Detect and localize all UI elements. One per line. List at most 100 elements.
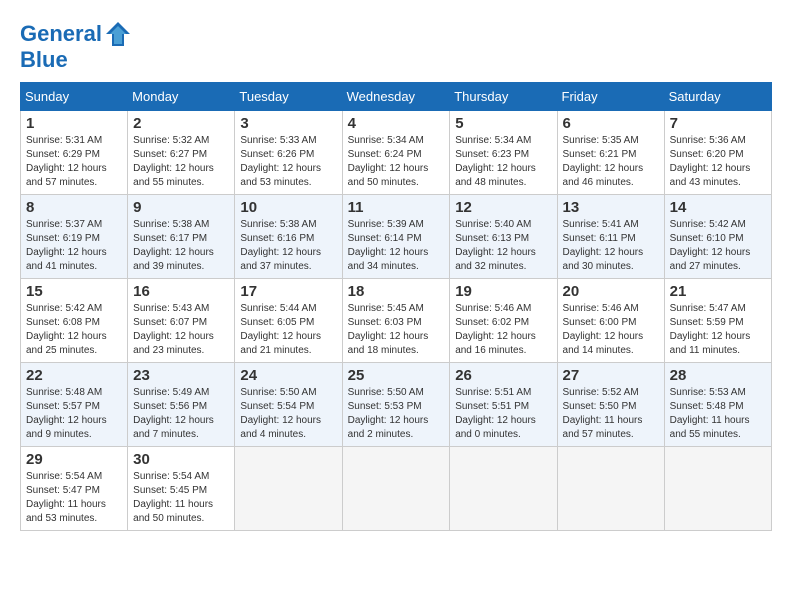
weekday-monday: Monday <box>128 83 235 111</box>
calendar-cell: 6 Sunrise: 5:35 AM Sunset: 6:21 PM Daylig… <box>557 111 664 195</box>
calendar-cell: 26 Sunrise: 5:51 AM Sunset: 5:51 PM Dayli… <box>450 363 557 447</box>
day-info: Sunrise: 5:48 AM Sunset: 5:57 PM Dayligh… <box>26 386 122 442</box>
calendar-cell: 13 Sunrise: 5:41 AM Sunset: 6:11 PM Dayli… <box>557 195 664 279</box>
day-number: 19 <box>455 283 551 300</box>
weekday-sunday: Sunday <box>21 83 128 111</box>
calendar-cell: 23 Sunrise: 5:49 AM Sunset: 5:56 PM Dayli… <box>128 363 235 447</box>
day-info: Sunrise: 5:47 AM Sunset: 5:59 PM Dayligh… <box>670 302 766 358</box>
day-info: Sunrise: 5:51 AM Sunset: 5:51 PM Dayligh… <box>455 386 551 442</box>
calendar-cell: 30 Sunrise: 5:54 AM Sunset: 5:45 PM Dayli… <box>128 447 235 531</box>
day-info: Sunrise: 5:44 AM Sunset: 6:05 PM Dayligh… <box>240 302 336 358</box>
day-info: Sunrise: 5:41 AM Sunset: 6:11 PM Dayligh… <box>563 218 659 274</box>
calendar-cell: 2Sunrise: 5:32 AM Sunset: 6:27 PM Daylig… <box>128 111 235 195</box>
calendar-cell <box>557 447 664 531</box>
day-info: Sunrise: 5:40 AM Sunset: 6:13 PM Dayligh… <box>455 218 551 274</box>
day-number: 24 <box>240 367 336 384</box>
calendar-cell: 21 Sunrise: 5:47 AM Sunset: 5:59 PM Dayli… <box>664 279 771 363</box>
day-number: 26 <box>455 367 551 384</box>
day-number: 7 <box>670 115 766 132</box>
logo: General Blue <box>20 20 132 72</box>
calendar-cell: 15 Sunrise: 5:42 AM Sunset: 6:08 PM Dayli… <box>21 279 128 363</box>
calendar-cell: 1 Sunrise: 5:31 AM Sunset: 6:29 PM Daylig… <box>21 111 128 195</box>
day-info: Sunrise: 5:42 AM Sunset: 6:08 PM Dayligh… <box>26 302 122 358</box>
calendar-cell: 4Sunrise: 5:34 AM Sunset: 6:24 PM Daylig… <box>342 111 450 195</box>
day-info: Sunrise: 5:38 AM Sunset: 6:16 PM Dayligh… <box>240 218 336 274</box>
calendar-cell: 9 Sunrise: 5:38 AM Sunset: 6:17 PM Daylig… <box>128 195 235 279</box>
day-info: Sunrise: 5:33 AM Sunset: 6:26 PM Dayligh… <box>240 134 336 190</box>
day-info: Sunrise: 5:38 AM Sunset: 6:17 PM Dayligh… <box>133 218 229 274</box>
calendar-cell: 18Sunrise: 5:45 AM Sunset: 6:03 PM Dayli… <box>342 279 450 363</box>
calendar-cell: 20 Sunrise: 5:46 AM Sunset: 6:00 PM Dayli… <box>557 279 664 363</box>
calendar-cell <box>664 447 771 531</box>
day-info: Sunrise: 5:52 AM Sunset: 5:50 PM Dayligh… <box>563 386 659 442</box>
day-number: 29 <box>26 451 122 468</box>
day-info: Sunrise: 5:54 AM Sunset: 5:45 PM Dayligh… <box>133 470 229 526</box>
day-info: Sunrise: 5:50 AM Sunset: 5:54 PM Dayligh… <box>240 386 336 442</box>
day-info: Sunrise: 5:54 AM Sunset: 5:47 PM Dayligh… <box>26 470 122 526</box>
logo-text: General <box>20 22 102 46</box>
day-number: 12 <box>455 199 551 216</box>
calendar-cell: 5 Sunrise: 5:34 AM Sunset: 6:23 PM Daylig… <box>450 111 557 195</box>
day-number: 6 <box>563 115 659 132</box>
calendar-cell: 24 Sunrise: 5:50 AM Sunset: 5:54 PM Dayli… <box>235 363 342 447</box>
day-info: Sunrise: 5:39 AM Sunset: 6:14 PM Dayligh… <box>348 218 445 274</box>
weekday-saturday: Saturday <box>664 83 771 111</box>
calendar-cell: 12 Sunrise: 5:40 AM Sunset: 6:13 PM Dayli… <box>450 195 557 279</box>
logo-blue-text: Blue <box>20 48 132 72</box>
day-info: Sunrise: 5:49 AM Sunset: 5:56 PM Dayligh… <box>133 386 229 442</box>
day-number: 11 <box>348 199 445 216</box>
day-info: Sunrise: 5:35 AM Sunset: 6:21 PM Dayligh… <box>563 134 659 190</box>
calendar-cell: 11 Sunrise: 5:39 AM Sunset: 6:14 PM Dayli… <box>342 195 450 279</box>
week-row-2: 8 Sunrise: 5:37 AM Sunset: 6:19 PM Daylig… <box>21 195 772 279</box>
calendar-cell: 29 Sunrise: 5:54 AM Sunset: 5:47 PM Dayli… <box>21 447 128 531</box>
day-number: 14 <box>670 199 766 216</box>
day-number: 5 <box>455 115 551 132</box>
weekday-thursday: Thursday <box>450 83 557 111</box>
day-number: 8 <box>26 199 122 216</box>
calendar-cell: 10 Sunrise: 5:38 AM Sunset: 6:16 PM Dayli… <box>235 195 342 279</box>
calendar-cell: 8 Sunrise: 5:37 AM Sunset: 6:19 PM Daylig… <box>21 195 128 279</box>
day-number: 4 <box>348 115 445 132</box>
calendar-cell <box>235 447 342 531</box>
calendar-cell <box>450 447 557 531</box>
day-info: Sunrise: 5:46 AM Sunset: 6:00 PM Dayligh… <box>563 302 659 358</box>
day-number: 30 <box>133 451 229 468</box>
calendar-cell: 22 Sunrise: 5:48 AM Sunset: 5:57 PM Dayli… <box>21 363 128 447</box>
calendar-cell: 7 Sunrise: 5:36 AM Sunset: 6:20 PM Daylig… <box>664 111 771 195</box>
week-row-4: 22 Sunrise: 5:48 AM Sunset: 5:57 PM Dayli… <box>21 363 772 447</box>
day-info: Sunrise: 5:42 AM Sunset: 6:10 PM Dayligh… <box>670 218 766 274</box>
day-number: 13 <box>563 199 659 216</box>
day-number: 25 <box>348 367 445 384</box>
day-number: 9 <box>133 199 229 216</box>
page-header: General Blue <box>20 20 772 72</box>
day-info: Sunrise: 5:53 AM Sunset: 5:48 PM Dayligh… <box>670 386 766 442</box>
week-row-3: 15 Sunrise: 5:42 AM Sunset: 6:08 PM Dayli… <box>21 279 772 363</box>
day-info: Sunrise: 5:37 AM Sunset: 6:19 PM Dayligh… <box>26 218 122 274</box>
weekday-header-row: SundayMondayTuesdayWednesdayThursdayFrid… <box>21 83 772 111</box>
day-info: Sunrise: 5:31 AM Sunset: 6:29 PM Dayligh… <box>26 134 122 190</box>
calendar-cell: 27 Sunrise: 5:52 AM Sunset: 5:50 PM Dayli… <box>557 363 664 447</box>
day-info: Sunrise: 5:36 AM Sunset: 6:20 PM Dayligh… <box>670 134 766 190</box>
calendar-cell: 16Sunrise: 5:43 AM Sunset: 6:07 PM Dayli… <box>128 279 235 363</box>
day-info: Sunrise: 5:34 AM Sunset: 6:23 PM Dayligh… <box>455 134 551 190</box>
week-row-1: 1 Sunrise: 5:31 AM Sunset: 6:29 PM Daylig… <box>21 111 772 195</box>
day-number: 15 <box>26 283 122 300</box>
day-number: 22 <box>26 367 122 384</box>
day-number: 16 <box>133 283 229 300</box>
day-number: 23 <box>133 367 229 384</box>
calendar-cell: 17 Sunrise: 5:44 AM Sunset: 6:05 PM Dayli… <box>235 279 342 363</box>
weekday-wednesday: Wednesday <box>342 83 450 111</box>
logo-icon <box>104 20 132 48</box>
calendar-cell: 28Sunrise: 5:53 AM Sunset: 5:48 PM Dayli… <box>664 363 771 447</box>
day-number: 21 <box>670 283 766 300</box>
day-number: 20 <box>563 283 659 300</box>
day-number: 18 <box>348 283 445 300</box>
day-number: 3 <box>240 115 336 132</box>
day-number: 17 <box>240 283 336 300</box>
calendar-cell <box>342 447 450 531</box>
day-info: Sunrise: 5:50 AM Sunset: 5:53 PM Dayligh… <box>348 386 445 442</box>
calendar-table: SundayMondayTuesdayWednesdayThursdayFrid… <box>20 82 772 531</box>
day-number: 27 <box>563 367 659 384</box>
day-number: 10 <box>240 199 336 216</box>
day-number: 1 <box>26 115 122 132</box>
